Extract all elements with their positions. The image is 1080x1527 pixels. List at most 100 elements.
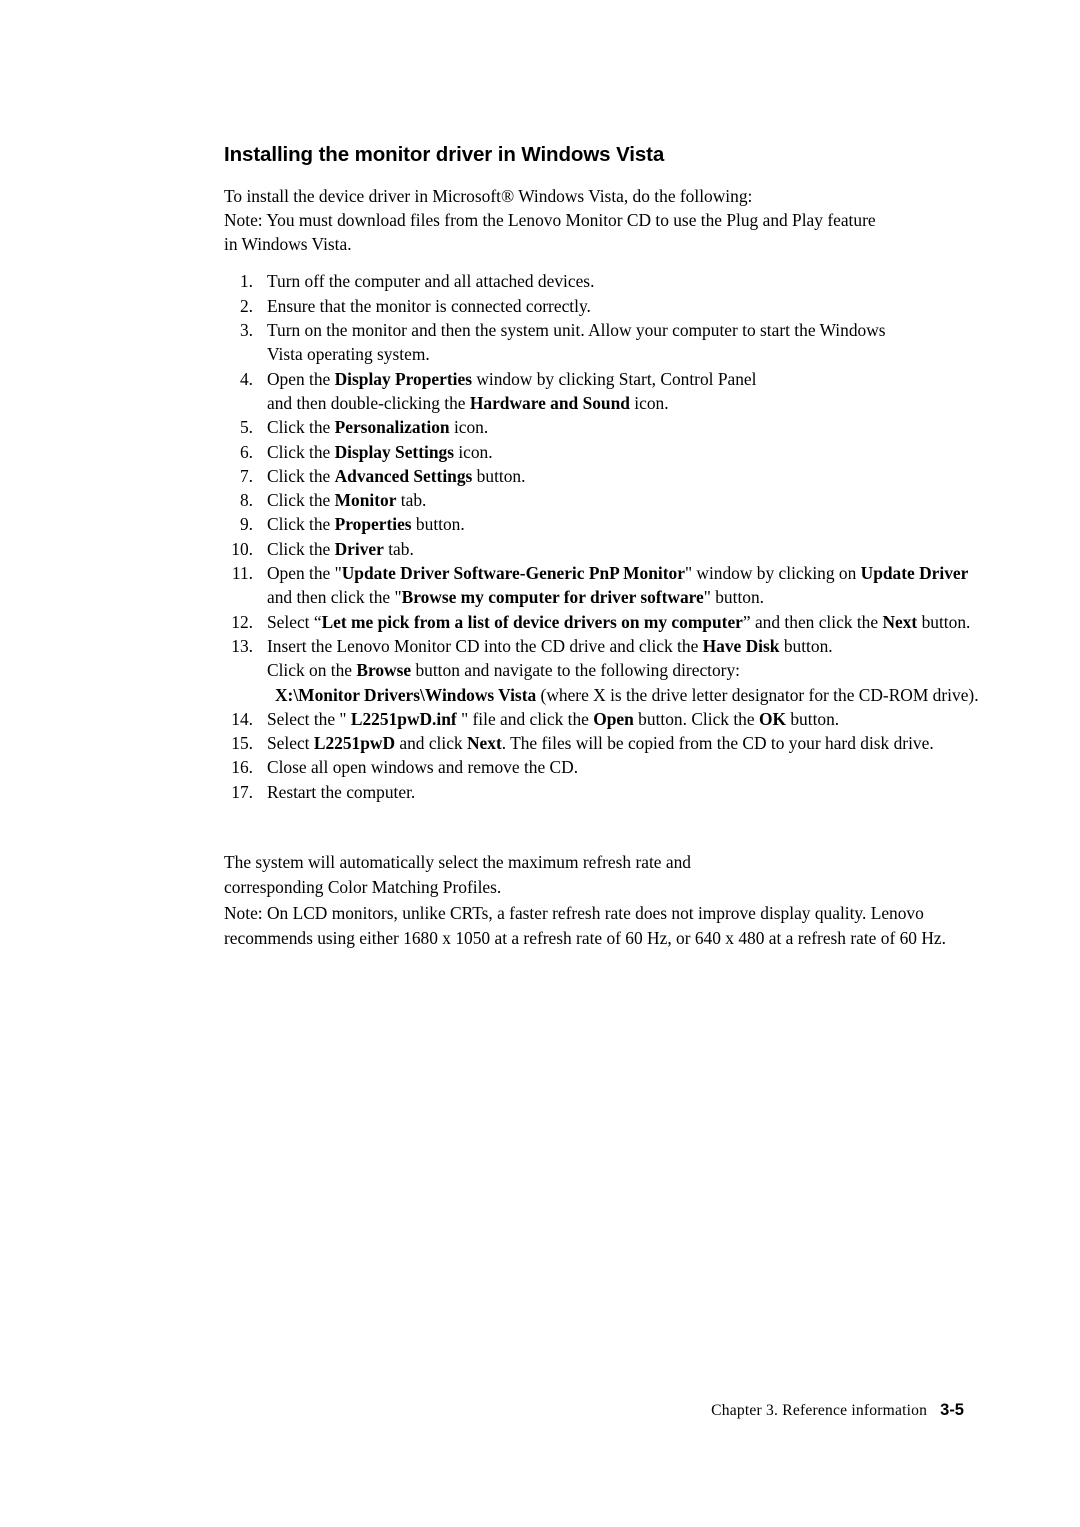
step-line: Open the Display Properties window by cl… — [267, 367, 964, 391]
step-text: Close all open windows and remove the CD… — [267, 757, 579, 778]
step-text: " button. — [703, 587, 765, 608]
step-text: Click the — [267, 441, 335, 462]
step-number: 10. — [231, 538, 253, 559]
step-number: 3. — [239, 320, 253, 341]
step-number: 11. — [231, 563, 253, 584]
step-text: Click the — [267, 490, 335, 511]
intro-line: To install the device driver in Microsof… — [224, 185, 753, 206]
emphasized-text: L2251pwD.inf — [350, 708, 457, 729]
step-text: button. Click the — [633, 708, 759, 729]
step-item: 2. Ensure that the monitor is connected c… — [224, 294, 964, 318]
step-item: 16. Close all open windows and remove the… — [224, 755, 964, 779]
footer-chapter-label: Chapter 3. Reference information — [711, 1402, 928, 1419]
emphasized-text: Display Properties — [334, 368, 472, 389]
step-text: icon. — [453, 441, 493, 462]
step-text: Click the — [267, 538, 335, 559]
step-text: window by clicking Start, Control Panel — [471, 368, 757, 389]
step-item: 4. Open the Display Properties window by … — [224, 367, 964, 416]
step-item: 7. Click the Advanced Settings button. — [224, 464, 964, 488]
step-text: and then double-clicking the — [267, 392, 470, 413]
step-text: tab. — [383, 538, 414, 559]
step-text: Click the — [267, 514, 335, 535]
step-text: Insert the Lenovo Monitor CD into the CD… — [267, 635, 703, 656]
step-text: Select “ — [267, 611, 322, 632]
intro-line: in Windows Vista. — [224, 234, 352, 255]
step-item: 17. Restart the computer. — [224, 780, 964, 804]
step-text: Click the — [267, 417, 335, 438]
step-item: 12. Select “Let me pick from a list of de… — [224, 610, 970, 634]
step-item: 15. Select L2251pwD and click Next. The f… — [224, 731, 964, 755]
step-item: 9. Click the Properties button. — [224, 512, 964, 536]
emphasized-text: Next — [882, 611, 918, 632]
step-line: Select the " L2251pwD.inf " file and cli… — [267, 707, 964, 731]
document-page: Installing the monitor driver in Windows… — [0, 0, 1080, 1527]
step-text: " file and click the — [456, 708, 594, 729]
step-text: Open the " — [267, 563, 342, 584]
step-line: Click the Advanced Settings button. — [267, 464, 964, 488]
footer-page-number: 3-5 — [940, 1401, 964, 1419]
step-number: 9. — [239, 514, 253, 535]
step-line: X:\Monitor Drivers\Windows Vista (where … — [267, 683, 979, 707]
step-line: Turn on the monitor and then the system … — [267, 318, 964, 342]
step-line: Select L2251pwD and click Next. The file… — [267, 731, 964, 755]
step-item: 11. Open the "Update Driver Software-Gene… — [224, 561, 968, 610]
closing-line: recommends using either 1680 x 1050 at a… — [224, 928, 946, 949]
step-text: Open the — [267, 368, 335, 389]
emphasized-text: Open — [593, 708, 634, 729]
emphasized-text: Advanced Settings — [334, 465, 473, 486]
step-item: 10. Click the Driver tab. — [224, 537, 964, 561]
step-text: button. — [786, 708, 840, 729]
emphasized-text: Driver — [334, 538, 384, 559]
installation-steps-list: 1. Turn off the computer and all attached… — [224, 269, 979, 804]
step-item: 5. Click the Personalization icon. — [224, 415, 964, 439]
emphasized-text: Next — [466, 733, 502, 754]
emphasized-text: Update Driver Software-Generic PnP Monit… — [341, 563, 685, 584]
step-text: and click — [395, 733, 467, 754]
emphasized-text: Have Disk — [702, 635, 780, 656]
step-line: Click the Monitor tab. — [267, 488, 964, 512]
step-line: Open the "Update Driver Software-Generic… — [267, 561, 968, 585]
step-item: 3. Turn on the monitor and then the syste… — [224, 318, 964, 367]
step-number: 2. — [239, 295, 253, 316]
step-text: Click the — [267, 465, 335, 486]
step-line: Insert the Lenovo Monitor CD into the CD… — [267, 634, 964, 658]
emphasized-text: OK — [758, 708, 786, 729]
step-number: 16. — [231, 757, 253, 778]
emphasized-text: Browse my computer for driver software — [401, 587, 704, 608]
step-text: Turn on the monitor and then the system … — [267, 320, 886, 341]
emphasized-text: X:\Monitor Drivers\Windows Vista — [275, 684, 537, 705]
intro-paragraph: To install the device driver in Microsof… — [224, 184, 964, 257]
step-text: button. — [472, 465, 526, 486]
step-item: 8. Click the Monitor tab. — [224, 488, 964, 512]
step-item: 6. Click the Display Settings icon. — [224, 440, 964, 464]
step-number: 5. — [239, 417, 253, 438]
step-line: Click on the Browse button and navigate … — [267, 658, 964, 682]
step-text: button. — [917, 611, 971, 632]
step-line: Ensure that the monitor is connected cor… — [267, 294, 964, 318]
step-text: (where X is the drive letter designator … — [536, 684, 979, 705]
step-item: 14. Select the " L2251pwD.inf " file and … — [224, 707, 964, 731]
step-line: Close all open windows and remove the CD… — [267, 755, 964, 779]
step-line: Vista operating system. — [267, 342, 964, 366]
intro-line: Note: You must download files from the L… — [224, 209, 876, 230]
step-number: 4. — [239, 368, 253, 389]
emphasized-text: Let me pick from a list of device driver… — [321, 611, 743, 632]
step-text: Turn off the computer and all attached d… — [267, 271, 595, 292]
step-line: Turn off the computer and all attached d… — [267, 269, 964, 293]
step-text: ” and then click the — [742, 611, 883, 632]
step-text: icon. — [629, 392, 669, 413]
closing-line: The system will automatically select the… — [224, 851, 691, 872]
emphasized-text: Browse — [356, 660, 412, 681]
step-line: Click the Personalization icon. — [267, 415, 964, 439]
step-number: 1. — [239, 271, 253, 292]
page-content: Installing the monitor driver in Windows… — [224, 143, 979, 952]
step-item: 1. Turn off the computer and all attached… — [224, 269, 964, 293]
emphasized-text: Personalization — [334, 417, 450, 438]
emphasized-text: Hardware and Sound — [469, 392, 630, 413]
step-text: and then click the " — [267, 587, 402, 608]
step-number: 17. — [231, 781, 253, 802]
step-text: Restart the computer. — [267, 781, 416, 802]
step-number: 6. — [239, 441, 253, 462]
step-text: . The files will be copied from the CD t… — [501, 733, 934, 754]
step-text: " window by clicking on — [684, 563, 861, 584]
